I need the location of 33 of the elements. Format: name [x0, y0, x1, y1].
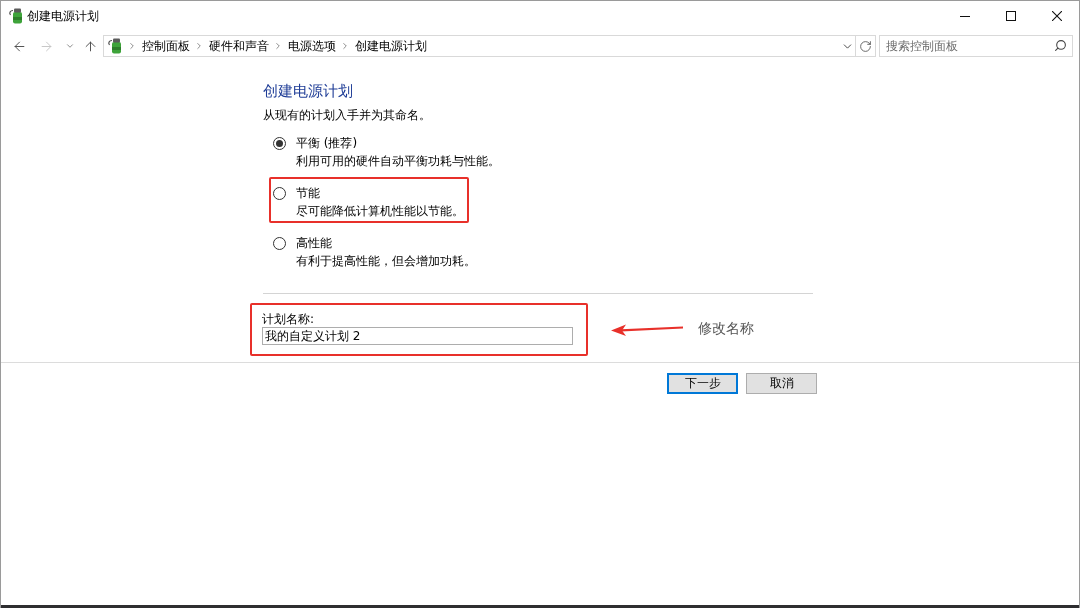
- address-bar[interactable]: 控制面板 硬件和声音 电源选项 创建电源计划: [102, 35, 856, 57]
- field-label: 计划名称:: [262, 311, 316, 327]
- dialog-button[interactable]: 下一步: [667, 373, 738, 394]
- page-heading: 创建电源计划: [263, 81, 354, 101]
- search-icon: [1054, 39, 1067, 52]
- breadcrumb-link[interactable]: 硬件和声音: [208, 38, 269, 54]
- option-description: 尽可能降低计算机性能以节能。: [295, 203, 464, 220]
- annotation-text: 修改名称: [698, 318, 754, 337]
- dialog-button[interactable]: 取消: [746, 373, 817, 394]
- option-label[interactable]: 节能: [296, 184, 320, 202]
- option-label[interactable]: 高性能: [296, 234, 332, 252]
- radio-button[interactable]: [273, 186, 286, 200]
- minimize-icon: [960, 15, 970, 17]
- refresh-icon: [859, 39, 872, 53]
- radio-button[interactable]: [273, 136, 286, 150]
- battery-icon: [106, 38, 123, 54]
- option-description: 利用可用的硬件自动平衡功耗与性能。: [295, 153, 500, 170]
- search-field[interactable]: 搜索控制面板: [879, 35, 1073, 57]
- radio-button[interactable]: [273, 236, 286, 250]
- close-icon: [1052, 11, 1062, 21]
- refresh-button[interactable]: [856, 35, 876, 57]
- window-title: 创建电源计划: [27, 8, 99, 24]
- intro-text: 从现有的计划入手并为其命名。: [263, 107, 432, 124]
- arrow-left-icon: [611, 323, 683, 336]
- option-label[interactable]: 平衡 (推荐): [296, 134, 358, 152]
- plan-name-field[interactable]: 我的自定义计划 2: [262, 327, 573, 345]
- chevron-down-icon: [64, 41, 75, 51]
- maximize-icon: [1006, 11, 1016, 21]
- option-description: 有利于提高性能，但会增加功耗。: [295, 253, 476, 270]
- battery-icon: [8, 8, 24, 24]
- breadcrumb-link[interactable]: 创建电源计划: [354, 38, 427, 54]
- breadcrumb-link[interactable]: 电源选项: [287, 38, 336, 54]
- breadcrumb-link[interactable]: 控制面板: [141, 38, 190, 54]
